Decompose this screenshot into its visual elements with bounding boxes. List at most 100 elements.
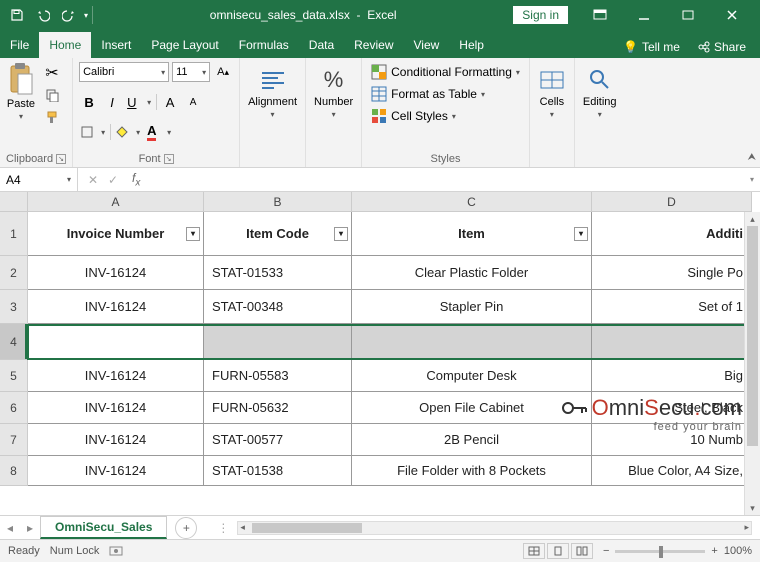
row-header-6[interactable]: 6 [0,392,28,424]
sheet-nav-next-icon[interactable]: ▸ [20,521,40,535]
add-sheet-icon[interactable]: + [175,517,197,539]
sheet-nav-prev-icon[interactable]: ◂ [0,521,20,535]
row-header-2[interactable]: 2 [0,256,28,290]
cell-a4[interactable] [28,324,204,360]
increase-font-icon[interactable]: A▴ [213,62,233,82]
row-header-4[interactable]: 4 [0,324,28,360]
paste-button[interactable]: Paste ▾ [6,62,36,121]
cell-d1[interactable]: Additi [592,212,752,256]
row-header-3[interactable]: 3 [0,290,28,324]
expand-formula-icon[interactable]: ▾ [744,175,760,184]
macro-record-icon[interactable] [109,545,123,557]
conditional-formatting-button[interactable]: Conditional Formatting▾ [368,62,523,82]
view-page-break-icon[interactable] [571,543,593,559]
cancel-formula-icon[interactable]: ✕ [84,173,102,187]
cell-b7[interactable]: STAT-00577 [204,424,352,456]
cell-d4[interactable] [592,324,752,360]
cell-c7[interactable]: 2B Pencil [352,424,592,456]
font-dialog-icon[interactable]: ↘ [164,154,174,164]
tab-page-layout[interactable]: Page Layout [141,32,228,58]
scroll-thumb[interactable] [747,226,758,446]
cell-b4[interactable] [204,324,352,360]
cell-a5[interactable]: INV-16124 [28,360,204,392]
filter-icon[interactable]: ▾ [334,227,348,241]
cell-b8[interactable]: STAT-01538 [204,456,352,486]
cell-d5[interactable]: Big [592,360,752,392]
format-painter-icon[interactable] [42,108,62,126]
cell-a6[interactable]: INV-16124 [28,392,204,424]
tab-help[interactable]: Help [449,32,494,58]
cell-c3[interactable]: Stapler Pin [352,290,592,324]
cell-d6[interactable]: Steel, Black [592,392,752,424]
format-as-table-button[interactable]: Format as Table▾ [368,84,523,104]
scroll-down-icon[interactable]: ▾ [745,501,760,515]
sheet-tab[interactable]: OmniSecu_Sales [40,516,167,539]
zoom-out-icon[interactable]: − [603,545,609,557]
increase-font-icon2[interactable]: A [160,92,180,112]
cell-d2[interactable]: Single Po [592,256,752,290]
view-page-layout-icon[interactable] [547,543,569,559]
cell-b1[interactable]: Item Code▾ [204,212,352,256]
ribbon-display-icon[interactable] [578,1,622,29]
undo-icon[interactable] [32,4,54,26]
zoom-thumb[interactable] [659,546,663,558]
cell-a3[interactable]: INV-16124 [28,290,204,324]
fx-icon[interactable]: fx [128,171,144,188]
collapse-ribbon-icon[interactable]: ⮝ [748,152,757,163]
row-header-7[interactable]: 7 [0,424,28,456]
view-normal-icon[interactable] [523,543,545,559]
tab-file[interactable]: File [0,32,39,58]
row-header-5[interactable]: 5 [0,360,28,392]
enter-formula-icon[interactable]: ✓ [104,173,122,187]
tab-review[interactable]: Review [344,32,403,58]
zoom-value[interactable]: 100% [724,545,752,557]
zoom-slider[interactable] [615,550,705,553]
select-all-corner[interactable] [0,192,28,212]
row-header-1[interactable]: 1 [0,212,28,256]
cell-d7[interactable]: 10 Numb [592,424,752,456]
row-header-8[interactable]: 8 [0,456,28,486]
spreadsheet-grid[interactable]: A B C D 1 Invoice Number▾ Item Code▾ Ite… [0,192,760,516]
tab-data[interactable]: Data [299,32,344,58]
cell-a8[interactable]: INV-16124 [28,456,204,486]
sign-in-button[interactable]: Sign in [513,6,568,24]
font-size-combo[interactable]: 11▾ [172,62,210,82]
copy-icon[interactable] [42,86,62,104]
cell-b5[interactable]: FURN-05583 [204,360,352,392]
minimize-icon[interactable] [622,1,666,29]
cells-button[interactable]: Cells▾ [536,62,568,119]
col-header-d[interactable]: D [592,192,752,212]
filter-icon[interactable]: ▾ [574,227,588,241]
filter-icon[interactable]: ▾ [186,227,200,241]
cell-b2[interactable]: STAT-01533 [204,256,352,290]
cut-icon[interactable]: ✂ [42,64,62,82]
redo-icon[interactable] [58,4,80,26]
col-header-b[interactable]: B [204,192,352,212]
save-icon[interactable] [6,4,28,26]
editing-button[interactable]: Editing▾ [581,62,619,119]
horizontal-scrollbar[interactable]: ◂ ▸ [237,521,752,535]
cell-c5[interactable]: Computer Desk [352,360,592,392]
vertical-scrollbar[interactable]: ▴ ▾ [744,212,760,515]
cell-styles-button[interactable]: Cell Styles▾ [368,106,523,126]
tab-home[interactable]: Home [39,32,91,58]
italic-button[interactable]: I [102,92,122,112]
alignment-button[interactable]: Alignment▾ [246,62,299,119]
close-icon[interactable] [710,1,754,29]
share-button[interactable]: Share [692,36,752,58]
tab-view[interactable]: View [404,32,450,58]
font-color-button[interactable]: A▾ [145,122,173,142]
cell-c6[interactable]: Open File Cabinet [352,392,592,424]
cell-c2[interactable]: Clear Plastic Folder [352,256,592,290]
cell-c1[interactable]: Item▾ [352,212,592,256]
decrease-font-icon[interactable]: A [183,92,203,112]
cell-b6[interactable]: FURN-05632 [204,392,352,424]
cell-a7[interactable]: INV-16124 [28,424,204,456]
name-box[interactable]: A4▾ [0,168,78,191]
number-button[interactable]: % Number▾ [312,62,355,119]
underline-button[interactable]: U▾ [125,92,153,112]
tab-formulas[interactable]: Formulas [229,32,299,58]
cell-d3[interactable]: Set of 1 [592,290,752,324]
cell-a2[interactable]: INV-16124 [28,256,204,290]
hscroll-thumb[interactable] [252,523,362,533]
